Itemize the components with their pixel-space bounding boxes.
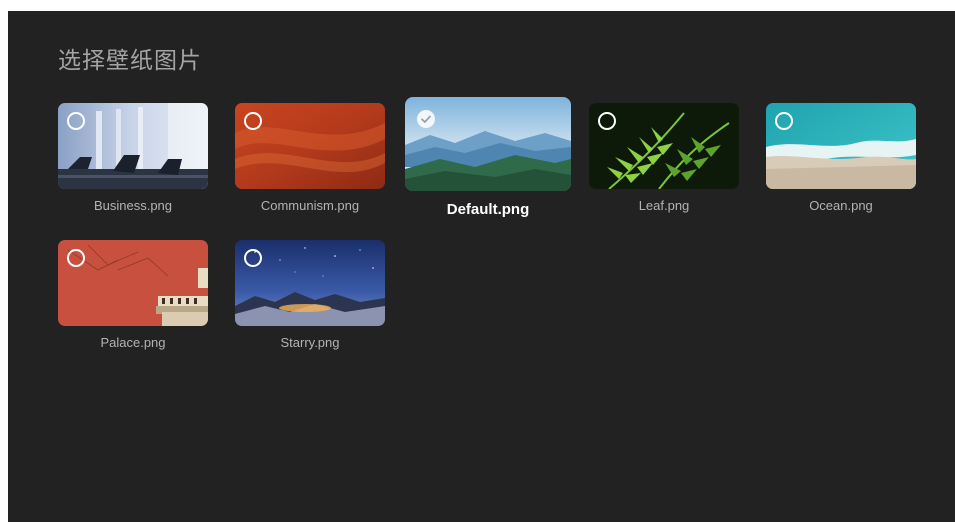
wallpaper-thumbnail-business[interactable] <box>58 103 208 189</box>
wallpaper-label-leaf: Leaf.png <box>638 198 690 213</box>
wallpaper-label-business: Business.png <box>93 198 173 213</box>
check-icon <box>417 110 435 128</box>
radio-unchecked-icon <box>775 112 793 130</box>
wallpaper-thumbnail-default[interactable] <box>405 97 571 191</box>
radio-unchecked-icon <box>67 112 85 130</box>
wallpaper-label-starry: Starry.png <box>280 335 340 350</box>
wallpaper-label-ocean: Ocean.png <box>809 198 873 213</box>
radio-unchecked-icon <box>67 249 85 267</box>
wallpaper-thumbnail-leaf[interactable] <box>589 103 739 189</box>
wallpaper-label-communism: Communism.png <box>260 198 360 213</box>
wallpaper-label-default: Default.png <box>446 201 530 218</box>
wallpaper-grid: Business.png Communism.png Default.png L… <box>8 11 955 522</box>
wallpaper-tile-palace[interactable]: Palace.png <box>58 240 208 350</box>
wallpaper-thumbnail-starry[interactable] <box>235 240 385 326</box>
wallpaper-tile-communism[interactable]: Communism.png <box>235 103 385 213</box>
wallpaper-picker-screen: 选择壁纸图片 Business.png Communism.png Defaul… <box>8 11 955 522</box>
wallpaper-tile-ocean[interactable]: Ocean.png <box>766 103 916 213</box>
radio-unchecked-icon <box>244 112 262 130</box>
radio-unchecked-icon <box>598 112 616 130</box>
wallpaper-tile-business[interactable]: Business.png <box>58 103 208 213</box>
wallpaper-thumbnail-communism[interactable] <box>235 103 385 189</box>
wallpaper-tile-default[interactable]: Default.png <box>405 97 571 218</box>
wallpaper-thumbnail-ocean[interactable] <box>766 103 916 189</box>
radio-unchecked-icon <box>244 249 262 267</box>
wallpaper-thumbnail-palace[interactable] <box>58 240 208 326</box>
wallpaper-tile-leaf[interactable]: Leaf.png <box>589 103 739 213</box>
wallpaper-tile-starry[interactable]: Starry.png <box>235 240 385 350</box>
wallpaper-label-palace: Palace.png <box>100 335 166 350</box>
